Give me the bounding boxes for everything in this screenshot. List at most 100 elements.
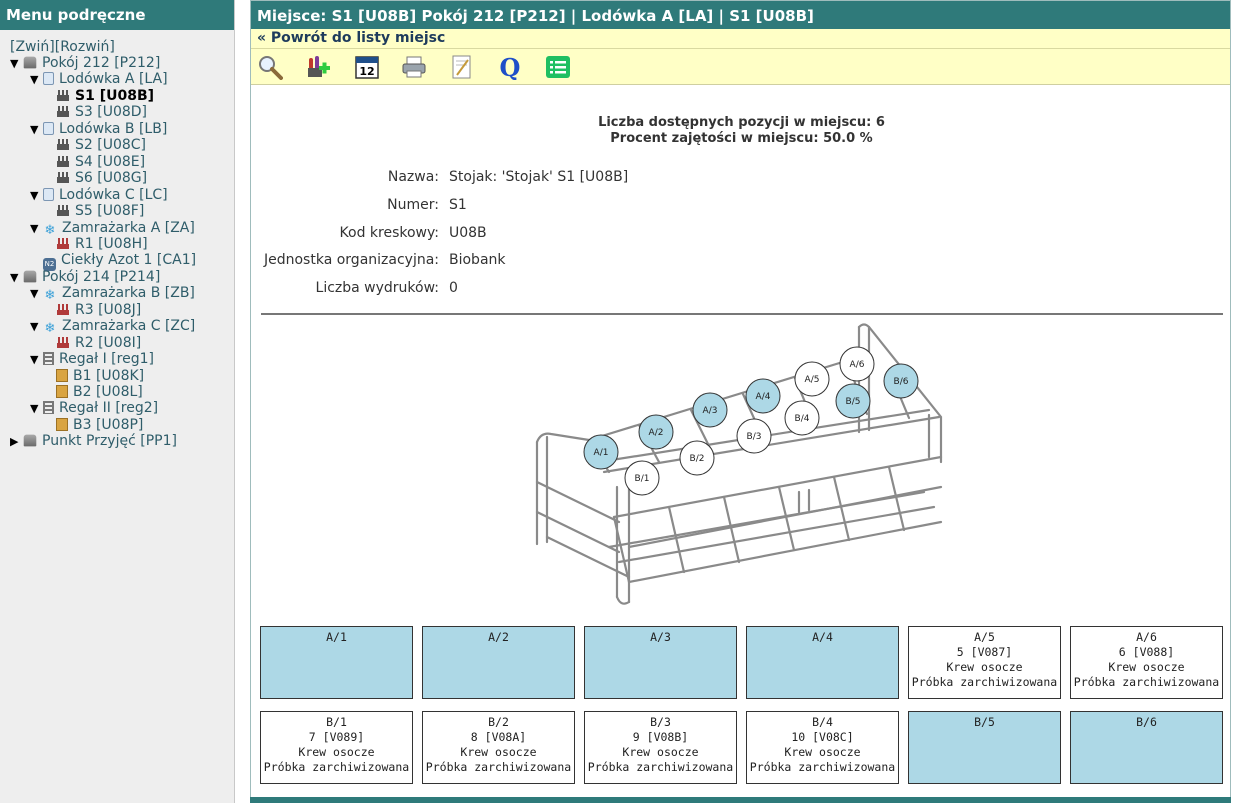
- query-icon: Q: [500, 53, 521, 82]
- tree-node[interactable]: ▼ Lodówka C [LC]: [30, 187, 168, 203]
- tree-node[interactable]: B1 [U08K]: [50, 368, 144, 384]
- collapse-toggle-icon[interactable]: ▼: [10, 56, 23, 72]
- rack-marker-label: B/2: [690, 454, 705, 464]
- tree-node[interactable]: ▼ Regał I [reg1]: [30, 351, 154, 367]
- collapse-toggle-icon[interactable]: ▼: [30, 352, 43, 368]
- box-icon: [56, 368, 68, 382]
- tree-node[interactable]: R2 [U08I]: [50, 335, 141, 351]
- slot-cell[interactable]: A/3: [584, 626, 737, 699]
- collapse-toggle-icon[interactable]: ▼: [30, 221, 43, 237]
- tree-node[interactable]: ▼ ❄ Zamrażarka C [ZC]: [30, 318, 195, 336]
- slot-position-label: A/4: [812, 630, 833, 644]
- tree-node[interactable]: ▼ ❄ Zamrażarka B [ZB]: [30, 285, 195, 303]
- tree-node[interactable]: S3 [U08D]: [50, 104, 147, 120]
- slot-cell[interactable]: B/2 8 [V08A] Krew osocze Próbka zarchiwizow…: [422, 711, 575, 784]
- print-button[interactable]: [401, 54, 427, 80]
- tree-node[interactable]: B2 [U08L]: [50, 384, 143, 400]
- tree-node-label[interactable]: S2 [U08C]: [75, 137, 146, 153]
- tree-node-label[interactable]: R2 [U08I]: [75, 335, 141, 351]
- tree-node[interactable]: S5 [U08F]: [50, 203, 144, 219]
- tree-node[interactable]: ▼ Lodówka A [LA]: [30, 71, 168, 87]
- slot-cell[interactable]: B/1 7 [V089] Krew osocze Próbka zarchiwizow…: [260, 711, 413, 784]
- expand-all-link[interactable]: [Rozwiń]: [55, 39, 115, 55]
- tree-node-label[interactable]: B3 [U08P]: [73, 417, 143, 433]
- tree-node[interactable]: N2 Ciekły Azot 1 [CA1]: [30, 252, 196, 272]
- slot-cell[interactable]: A/4: [746, 626, 899, 699]
- search-button[interactable]: [257, 54, 283, 80]
- tree-node[interactable]: ▼ Pokój 212 [P212]: [10, 55, 160, 71]
- slot-cell[interactable]: B/4 10 [V08C] Krew osocze Próbka zarchiwizo…: [746, 711, 899, 784]
- tree-node[interactable]: ▼ Pokój 214 [P214]: [10, 269, 160, 285]
- tree-node-label[interactable]: Ciekły Azot 1 [CA1]: [61, 252, 196, 268]
- bottom-bar: [250, 797, 1231, 803]
- tree-node[interactable]: ▼ Lodówka B [LB]: [30, 121, 167, 137]
- tree-node-label[interactable]: R1 [U08H]: [75, 236, 148, 252]
- tree-node[interactable]: ▼ Regał II [reg2]: [30, 400, 158, 416]
- slot-position-label: B/1: [326, 715, 347, 729]
- tree-node-label[interactable]: S1 [U08B]: [75, 88, 154, 104]
- tree-node-label[interactable]: S3 [U08D]: [75, 104, 147, 120]
- tree-node[interactable]: S6 [U08G]: [50, 170, 147, 186]
- tree-node[interactable]: ▶ Punkt Przyjęć [PP1]: [10, 433, 177, 449]
- collapse-toggle-icon[interactable]: ▼: [30, 122, 43, 138]
- collapse-toggle-icon[interactable]: ▼: [30, 188, 43, 204]
- tree-node[interactable]: S2 [U08C]: [50, 137, 146, 153]
- slot-cell[interactable]: A/2: [422, 626, 575, 699]
- tree-node-label[interactable]: S6 [U08G]: [75, 170, 147, 186]
- tree-node-label[interactable]: S4 [U08E]: [75, 154, 145, 170]
- tree-node-label[interactable]: Pokój 212 [P212]: [42, 55, 160, 71]
- tree-node[interactable]: R3 [U08J]: [50, 302, 141, 318]
- tree-node-label[interactable]: Lodówka C [LC]: [59, 187, 168, 203]
- slot-cell[interactable]: B/6: [1070, 711, 1223, 784]
- edit-note-button[interactable]: [449, 54, 475, 80]
- tree-node-label[interactable]: B1 [U08K]: [73, 368, 144, 384]
- list-button[interactable]: [545, 54, 571, 80]
- rack-icon: [56, 155, 70, 168]
- tree-node-label[interactable]: Pokój 214 [P214]: [42, 269, 160, 285]
- tree-node-label[interactable]: S5 [U08F]: [75, 203, 144, 219]
- tree-node[interactable]: R1 [U08H]: [50, 236, 148, 252]
- tree-node-label[interactable]: Zamrażarka B [ZB]: [62, 285, 195, 301]
- collapse-toggle-icon[interactable]: ▼: [30, 72, 43, 88]
- query-button[interactable]: Q: [497, 53, 523, 82]
- detail-label: Kod kreskowy:: [339, 225, 439, 241]
- slot-position-label: B/3: [650, 715, 671, 729]
- tree-node-label[interactable]: Zamrażarka C [ZC]: [62, 318, 195, 334]
- add-sample-button[interactable]: [305, 54, 331, 80]
- tree-node[interactable]: ▼ ❄ Zamrażarka A [ZA]: [30, 220, 195, 238]
- tree-node-label[interactable]: Lodówka B [LB]: [59, 121, 167, 137]
- fridge-icon: [43, 72, 54, 86]
- slot-cell[interactable]: B/5: [908, 711, 1061, 784]
- tree-node[interactable]: B3 [U08P]: [50, 417, 143, 433]
- tree-node-label[interactable]: Lodówka A [LA]: [59, 71, 168, 87]
- occupancy-stats: Liczba dostępnych pozycji w miejscu: 6 P…: [251, 115, 1232, 147]
- slot-cell[interactable]: A/6 6 [V088] Krew osocze Próbka zarchiwizow…: [1070, 626, 1223, 699]
- tree-node-label[interactable]: Regał I [reg1]: [59, 351, 154, 367]
- collapse-toggle-icon[interactable]: ▼: [10, 270, 23, 286]
- slot-cell[interactable]: B/3 9 [V08B] Krew osocze Próbka zarchiwizow…: [584, 711, 737, 784]
- tree-node-label[interactable]: Punkt Przyjęć [PP1]: [42, 433, 177, 449]
- tree-node-label[interactable]: B2 [U08L]: [73, 384, 143, 400]
- collapse-toggle-icon[interactable]: ▼: [30, 319, 43, 335]
- tree-node[interactable]: S4 [U08E]: [50, 154, 145, 170]
- back-to-list-link[interactable]: « Powrót do listy miejsc: [257, 30, 445, 46]
- collapse-toggle-icon[interactable]: ▼: [30, 286, 43, 302]
- collapse-all-link[interactable]: [Zwiń]: [10, 39, 55, 55]
- sample-status-text: Próbka zarchiwizowana: [425, 760, 572, 774]
- calendar-button[interactable]: 12: [354, 54, 380, 80]
- detail-value: Stojak: 'Stojak' S1 [U08B]: [449, 169, 629, 185]
- box-icon: [56, 385, 68, 398]
- tree-node-label[interactable]: Zamrażarka A [ZA]: [62, 220, 195, 236]
- sample-type-text: Krew osocze: [460, 745, 537, 759]
- sample-id-text: 5 [V087]: [956, 645, 1013, 659]
- tree-node-label[interactable]: R3 [U08J]: [75, 302, 141, 318]
- tree-node-label[interactable]: Regał II [reg2]: [59, 400, 158, 416]
- slot-position-label: A/1: [326, 630, 347, 644]
- slot-cell[interactable]: A/5 5 [V087] Krew osocze Próbka zarchiwizow…: [908, 626, 1061, 699]
- expand-toggle-icon[interactable]: ▶: [10, 434, 23, 450]
- slot-cell[interactable]: A/1: [260, 626, 413, 699]
- occupancy-percent-text: Procent zajętości w miejscu: 50.0 %: [610, 131, 873, 146]
- collapse-toggle-icon[interactable]: ▼: [30, 401, 43, 417]
- tree-node[interactable]: S1 [U08B]: [50, 88, 154, 104]
- detail-value: U08B: [449, 225, 487, 241]
